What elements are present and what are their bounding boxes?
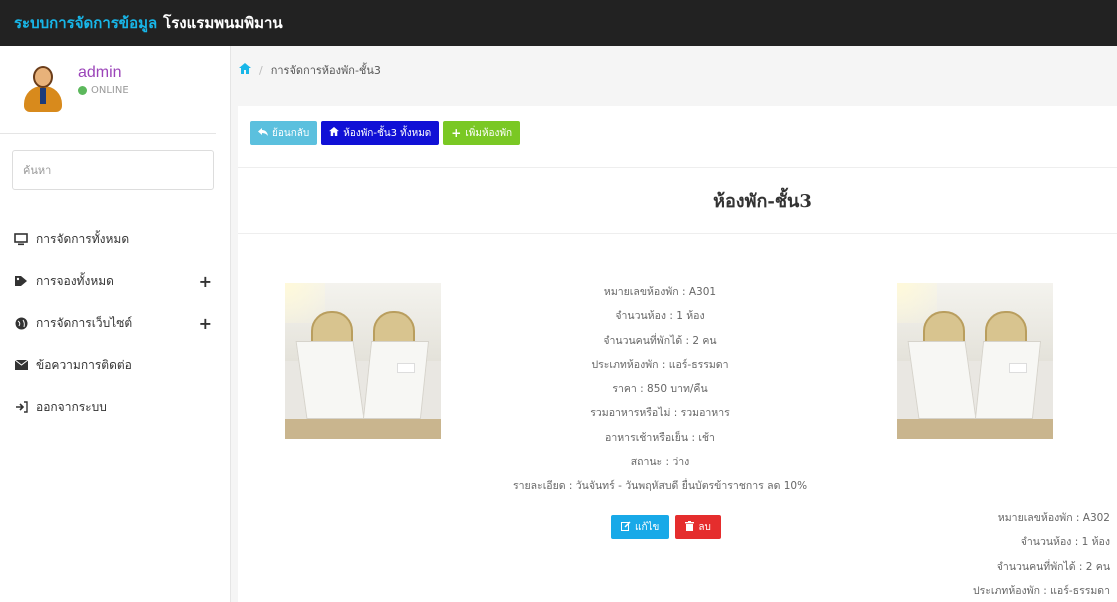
sidebar-item-label: การจัดการทั้งหมด: [36, 231, 130, 246]
reply-icon: [258, 127, 268, 139]
expand-plus-icon[interactable]: +: [199, 314, 212, 333]
sidebar-item-messages[interactable]: ข้อความการติดต่อ: [0, 344, 230, 386]
room-capacity: จำนวนคนที่พักได้ : 2 คน: [996, 560, 1110, 573]
back-label: ย้อนกลับ: [272, 127, 310, 139]
globe-icon: [14, 316, 28, 330]
room-panel: ย้อนกลับ ห้องพัก-ชั้น3 ทั้งหมด + เพิ่มห้…: [238, 106, 1117, 602]
edit-label: แก้ไข: [635, 521, 660, 533]
search-input[interactable]: ค้นหา: [12, 150, 214, 190]
room-type: ประเภทห้องพัก : แอร์-ธรรมดา: [972, 584, 1110, 597]
avatar: [22, 66, 64, 114]
search-placeholder: ค้นหา: [23, 164, 52, 177]
room-number: หมายเลขห้องพัก : A302: [997, 512, 1110, 524]
room-number: หมายเลขห้องพัก : A301: [603, 286, 717, 298]
room-photo: [897, 283, 1053, 439]
expand-plus-icon[interactable]: +: [199, 272, 212, 291]
delete-button[interactable]: ลบ: [675, 515, 721, 539]
sidebar-item-label: การจัดการเว็บไซต์: [36, 315, 133, 330]
trash-icon: [685, 520, 695, 534]
room-capacity: จำนวนคนที่พักได้ : 2 คน: [603, 334, 717, 347]
toolbar: ย้อนกลับ ห้องพัก-ชั้น3 ทั้งหมด + เพิ่มห้…: [238, 106, 1117, 168]
username: admin: [78, 64, 122, 81]
sidebar: admin ONLINE ค้นหา การจัดการทั้งหมด การจ…: [0, 46, 231, 602]
sign-out-icon: [14, 400, 28, 414]
breadcrumb-separator: /: [259, 63, 263, 77]
sidebar-item-label: ออกจากระบบ: [36, 399, 107, 414]
home-icon: [329, 127, 340, 139]
sidebar-item-website[interactable]: การจัดการเว็บไซต์ +: [0, 302, 230, 344]
all-rooms-label: ห้องพัก-ชั้น3 ทั้งหมด: [343, 127, 432, 139]
app-title: ระบบการจัดการข้อมูล: [14, 14, 158, 32]
sidebar-item-logout[interactable]: ออกจากระบบ: [0, 386, 230, 428]
tag-icon: [14, 274, 28, 288]
add-room-label: เพิ่มห้องพัก: [465, 127, 513, 139]
sidebar-item-label: ข้อความการติดต่อ: [36, 357, 132, 372]
room-status: สถานะ : ว่าง: [630, 456, 690, 469]
status-text: ONLINE: [91, 85, 129, 96]
hotel-name: โรงแรมพนมพิมาน: [163, 14, 283, 32]
room-photo: [285, 283, 441, 439]
room-details: หมายเลขห้องพัก : A302 จำนวนห้อง : 1 ห้อง…: [930, 506, 1110, 602]
user-panel: admin ONLINE: [0, 46, 216, 134]
online-dot-icon: [78, 86, 87, 95]
room-meal-time: อาหารเช้าหรือเย็น : เช้า: [605, 431, 715, 444]
room-price: ราคา : 850 บาท/คืน: [612, 383, 708, 396]
plus-icon: +: [451, 126, 462, 140]
edit-button[interactable]: แก้ไข: [611, 515, 670, 539]
room-details: หมายเลขห้องพัก : A301 จำนวนห้อง : 1 ห้อง…: [480, 280, 840, 499]
sidebar-item-manage-all[interactable]: การจัดการทั้งหมด: [0, 218, 230, 260]
room-count: จำนวนห้อง : 1 ห้อง: [1020, 536, 1110, 549]
sidebar-item-label: การจองทั้งหมด: [36, 273, 114, 288]
back-button[interactable]: ย้อนกลับ: [250, 121, 318, 145]
room-type: ประเภทห้องพัก : แอร์-ธรรมดา: [591, 358, 729, 371]
envelope-icon: [14, 358, 28, 372]
sidebar-item-bookings[interactable]: การจองทั้งหมด +: [0, 260, 230, 302]
breadcrumb-current: การจัดการห้องพัก-ชั้น3: [270, 64, 381, 77]
main-content: / การจัดการห้องพัก-ชั้น3 ย้อนกลับ ห้องพั…: [231, 46, 1117, 602]
all-rooms-button[interactable]: ห้องพัก-ชั้น3 ทั้งหมด: [321, 121, 440, 145]
home-icon[interactable]: [239, 62, 251, 78]
room-meal-included: รวมอาหารหรือไม่ : รวมอาหาร: [590, 407, 730, 420]
page-title: ห้องพัก-ชั้น3: [238, 168, 1117, 234]
room-count: จำนวนห้อง : 1 ห้อง: [615, 310, 705, 323]
monitor-icon: [14, 232, 28, 246]
edit-icon: [621, 520, 631, 534]
room-actions: แก้ไข ลบ: [611, 515, 721, 539]
delete-label: ลบ: [698, 521, 711, 533]
add-room-button[interactable]: + เพิ่มห้องพัก: [443, 121, 521, 145]
sidebar-menu: การจัดการทั้งหมด การจองทั้งหมด + การจัดก…: [0, 218, 230, 428]
room-description: รายละเอียด : วันจันทร์ - วันพฤหัสบดี ยื่…: [512, 480, 808, 493]
user-status: ONLINE: [78, 85, 129, 96]
top-header: ระบบการจัดการข้อมูล โรงแรมพนมพิมาน: [0, 0, 1117, 46]
breadcrumb: / การจัดการห้องพัก-ชั้น3: [231, 46, 1117, 94]
